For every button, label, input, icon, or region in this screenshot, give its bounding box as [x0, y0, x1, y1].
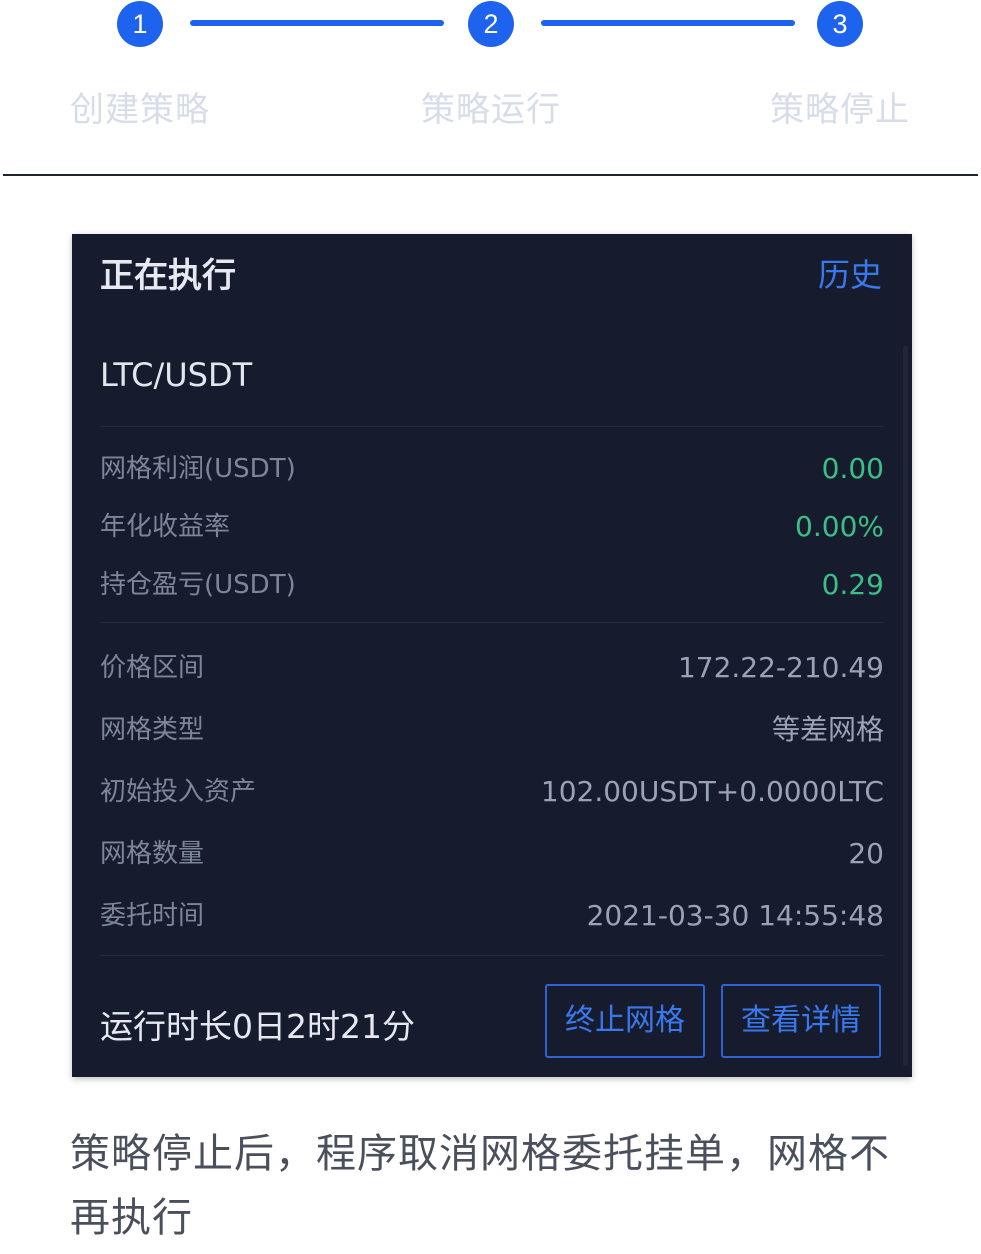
- row-label: 年化收益率: [100, 512, 231, 542]
- step-2-label: 策略运行: [421, 90, 561, 130]
- row-label: 持仓盈亏(USDT): [100, 570, 296, 600]
- card-title: 正在执行: [100, 256, 236, 296]
- row-label: 价格区间: [100, 653, 205, 683]
- step-3-circle: 3: [817, 1, 863, 47]
- grid-strategy-card: 正在执行 历史 LTC/USDT 网格利润(USDT) 0.00 年化收益率 0…: [72, 234, 912, 1077]
- row-value: 172.22-210.49: [677, 651, 884, 684]
- row-label: 委托时间: [100, 901, 205, 931]
- divider: [100, 955, 884, 956]
- row-value: 0.00: [821, 452, 884, 485]
- trading-pair: LTC/USDT: [100, 356, 253, 394]
- detail-row-initial-assets: 初始投入资产 102.00USDT+0.0000LTC: [100, 772, 884, 812]
- stop-grid-button[interactable]: 终止网格: [545, 984, 705, 1058]
- divider: [100, 426, 884, 427]
- profit-row-grid-profit: 网格利润(USDT) 0.00: [100, 449, 884, 489]
- step-1-circle: 1: [117, 1, 163, 47]
- row-label: 网格类型: [100, 715, 205, 745]
- row-label: 网格数量: [100, 839, 205, 869]
- row-value: 等差网格: [771, 713, 884, 746]
- row-value: 2021-03-30 14:55:48: [586, 899, 884, 932]
- profit-row-position-pnl: 持仓盈亏(USDT) 0.29: [100, 565, 884, 605]
- detail-row-order-time: 委托时间 2021-03-30 14:55:48: [100, 896, 884, 936]
- row-value: 102.00USDT+0.0000LTC: [540, 775, 884, 808]
- step-2-circle: 2: [468, 1, 514, 47]
- row-value: 20: [848, 837, 884, 870]
- step-connector-2: [541, 20, 795, 26]
- runtime-text: 运行时长0日2时21分: [100, 1007, 415, 1046]
- caption-text: 策略停止后，程序取消网格委托挂单，网格不再执行: [70, 1131, 890, 1241]
- divider: [100, 622, 884, 623]
- row-label: 初始投入资产: [100, 777, 257, 807]
- view-details-button[interactable]: 查看详情: [721, 984, 881, 1058]
- row-value: 0.00%: [795, 510, 884, 543]
- step-connector-1: [190, 20, 444, 26]
- step-1-label: 创建策略: [70, 90, 210, 130]
- step-3-label: 策略停止: [770, 90, 910, 130]
- profit-row-annualized-return: 年化收益率 0.00%: [100, 507, 884, 547]
- detail-row-grid-type: 网格类型 等差网格: [100, 710, 884, 750]
- detail-row-price-range: 价格区间 172.22-210.49: [100, 648, 884, 688]
- section-divider: [3, 174, 978, 176]
- history-link[interactable]: 历史: [818, 250, 882, 296]
- scrollbar[interactable]: [903, 346, 908, 1066]
- row-value: 0.29: [821, 568, 884, 601]
- detail-row-grid-count: 网格数量 20: [100, 834, 884, 874]
- row-label: 网格利润(USDT): [100, 454, 296, 484]
